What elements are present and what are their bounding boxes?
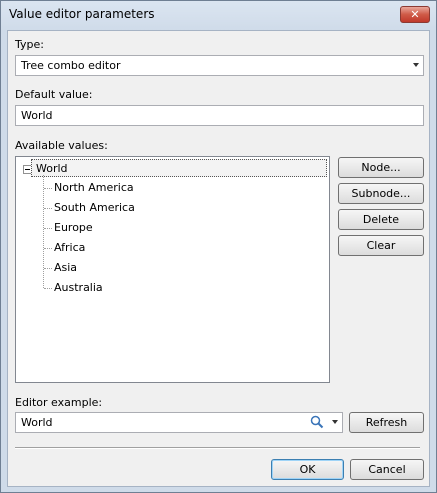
subnode-button[interactable]: Subnode... [338, 183, 424, 204]
editor-example-value: World [21, 416, 53, 429]
type-label: Type: [15, 38, 44, 51]
tree-connector [44, 208, 52, 209]
default-value-input[interactable]: World [15, 105, 424, 126]
clear-button[interactable]: Clear [338, 235, 424, 256]
tree-node[interactable]: Europe [54, 219, 93, 237]
available-values-label: Available values: [15, 139, 108, 152]
divider [15, 447, 420, 449]
tree-node[interactable]: South America [54, 199, 135, 217]
values-tree[interactable]: World North America South America Europe… [15, 156, 330, 383]
default-value-label: Default value: [15, 88, 93, 101]
editor-example-label: Editor example: [15, 396, 103, 409]
delete-button[interactable]: Delete [338, 209, 424, 230]
tree-connector [44, 188, 52, 189]
tree-connector [44, 268, 52, 269]
close-button[interactable]: ✕ [400, 6, 430, 23]
tree-connector [44, 288, 52, 289]
dialog-window: Value editor parameters ✕ Type: Tree com… [0, 0, 437, 493]
chevron-down-icon[interactable] [413, 63, 419, 67]
tree-node[interactable]: Africa [54, 239, 85, 257]
node-button[interactable]: Node... [338, 157, 424, 178]
tree-connector [43, 175, 44, 288]
type-combo[interactable]: Tree combo editor [15, 55, 424, 76]
default-value-text: World [21, 109, 53, 122]
refresh-button[interactable]: Refresh [349, 412, 424, 433]
tree-connector [44, 228, 52, 229]
dialog-body: Type: Tree combo editor Default value: W… [7, 30, 430, 487]
cancel-button[interactable]: Cancel [350, 459, 424, 480]
tree-node[interactable]: North America [54, 179, 134, 197]
editor-example-combo[interactable]: World [15, 412, 343, 433]
window-title: Value editor parameters [9, 7, 155, 21]
title-bar[interactable]: Value editor parameters ✕ [1, 1, 436, 30]
tree-node[interactable]: Australia [54, 279, 103, 297]
chevron-down-icon[interactable] [332, 420, 338, 424]
type-combo-value: Tree combo editor [21, 59, 121, 72]
tree-connector [44, 248, 52, 249]
search-icon[interactable] [310, 415, 324, 432]
ok-button[interactable]: OK [271, 459, 344, 480]
tree-root-node[interactable]: World [31, 159, 327, 177]
tree-node[interactable]: Asia [54, 259, 77, 277]
tree-root-label: World [36, 162, 68, 175]
